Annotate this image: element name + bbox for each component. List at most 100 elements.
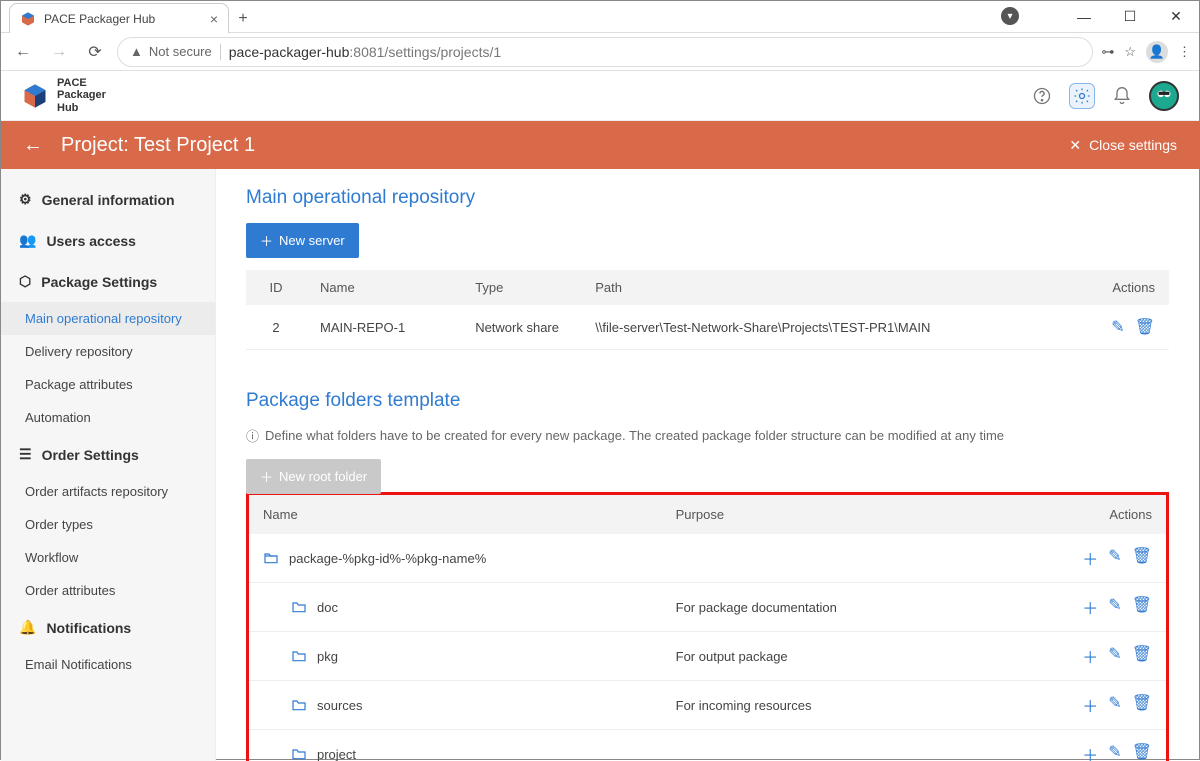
favicon-cube-icon [20,11,36,27]
repo-path: \\file-server\Test-Network-Share\Project… [581,305,1079,350]
folder-purpose: For incoming resources [662,681,1046,730]
browser-tab[interactable]: PACE Packager Hub × [9,3,229,33]
project-bar: ← Project: Test Project 1 ✕ Close settin… [1,121,1199,169]
close-icon: ✕ [1069,137,1081,154]
sidebar-item-delivery-repo[interactable]: Delivery repository [1,335,215,368]
sidebar-group-users[interactable]: 👥 Users access [1,220,215,261]
col-actions: Actions [1079,270,1169,305]
folder-name-cell: project [249,730,662,761]
folder-row: docFor package documentation＋✎🗑 [249,583,1166,632]
sidebar-item-automation[interactable]: Automation [1,401,215,434]
new-root-folder-label: New root folder [279,469,367,484]
add-icon[interactable]: ＋ [1082,742,1098,761]
sidebar-item-main-repo[interactable]: Main operational repository [1,302,215,335]
nav-forward-button[interactable]: → [45,38,73,66]
logo-text: PACE Packager Hub [57,77,106,113]
sidebar-item-order-artifacts[interactable]: Order artifacts repository [1,475,215,508]
sidebar-item-package-attributes[interactable]: Package attributes [1,368,215,401]
bell-icon[interactable] [1109,83,1135,109]
logo-cube-icon [21,82,49,110]
sidebar-group-package[interactable]: ⬡ Package Settings [1,261,215,302]
address-bar[interactable]: ▲ Not secure pace-packager-hub:8081/sett… [117,37,1093,67]
folder-purpose [662,534,1046,583]
new-tab-button[interactable]: + [229,5,257,33]
key-icon[interactable]: ⊶ [1101,44,1114,60]
edit-icon[interactable]: ✎ [1108,742,1121,761]
nav-reload-button[interactable]: ⟳ [81,38,109,66]
sidebar-item-workflow[interactable]: Workflow [1,541,215,574]
sidebar-group-label: Order Settings [42,447,139,463]
new-server-button[interactable]: ＋ New server [246,223,359,258]
sidebar-group-order[interactable]: ☰ Order Settings [1,434,215,475]
main-layout: ⚙ General information 👥 Users access ⬡ P… [1,169,1199,761]
header-actions [1029,81,1179,111]
brand-line-1: PACE [57,77,106,89]
delete-icon[interactable]: 🗑 [1132,742,1152,761]
settings-gear-icon[interactable] [1069,83,1095,109]
sidebar-item-order-attributes[interactable]: Order attributes [1,574,215,607]
delete-icon[interactable]: 🗑 [1132,693,1152,717]
delete-icon[interactable]: 🗑 [1135,317,1155,337]
close-settings-button[interactable]: ✕ Close settings [1069,137,1177,154]
url-path: :8081/settings/projects/1 [349,44,501,60]
folder-row: project ＋ ✎ 🗑 [249,730,1166,761]
content-area: Main operational repository ＋ New server… [216,169,1199,761]
list-icon: ☰ [19,446,32,463]
folder-actions: ＋ ✎ 🗑 [1046,534,1166,583]
col-name: Name [306,270,461,305]
section-title-repo: Main operational repository [246,187,1169,209]
edit-icon[interactable]: ✎ [1108,693,1121,717]
window-minimize-button[interactable]: ― [1061,1,1107,33]
folder-name: package-%pkg-id%-%pkg-name% [289,551,486,566]
window-maximize-button[interactable]: ☐ [1107,1,1153,33]
app-logo[interactable]: PACE Packager Hub [21,77,106,113]
delete-icon[interactable]: 🗑 [1132,595,1152,619]
repo-actions: ✎🗑 [1079,305,1169,350]
user-avatar[interactable] [1149,81,1179,111]
app-header: PACE Packager Hub [1,71,1199,121]
add-icon[interactable]: ＋ [1082,595,1098,619]
new-server-label: New server [279,233,345,248]
folders-info: ⓘ Define what folders have to be created… [246,426,1169,445]
repo-row: 2MAIN-REPO-1Network share\\file-server\T… [246,305,1169,350]
cube-icon: ⬡ [19,273,31,290]
folder-name: sources [317,698,363,713]
fcol-name: Name [249,495,662,534]
folders-highlight-box: Name Purpose Actions package-%pkg-id%-%p… [246,492,1169,761]
add-icon[interactable]: ＋ [1082,546,1098,570]
back-arrow-icon[interactable]: ← [23,134,43,157]
menu-icon[interactable]: ⋮ [1178,44,1191,60]
delete-icon[interactable]: 🗑 [1132,644,1152,668]
sidebar-group-notifications[interactable]: 🔔 Notifications [1,607,215,648]
edit-icon[interactable]: ✎ [1108,546,1121,570]
edit-icon[interactable]: ✎ [1111,317,1124,337]
folder-name: pkg [317,649,338,664]
project-title: Project: Test Project 1 [61,134,255,157]
sidebar-group-general[interactable]: ⚙ General information [1,179,215,220]
delete-icon[interactable]: 🗑 [1132,546,1152,570]
folder-actions: ＋ ✎ 🗑 [1046,730,1166,761]
sidebar-item-email-notifications[interactable]: Email Notifications [1,648,215,681]
col-path: Path [581,270,1079,305]
folder-actions: ＋ ✎ 🗑 [1046,632,1166,681]
edit-icon[interactable]: ✎ [1108,644,1121,668]
edit-icon[interactable]: ✎ [1108,595,1121,619]
close-settings-label: Close settings [1089,137,1177,153]
folder-name-cell: sources [249,681,662,730]
tab-close-icon[interactable]: × [210,11,218,27]
sidebar: ⚙ General information 👥 Users access ⬡ P… [1,169,216,761]
help-icon[interactable] [1029,83,1055,109]
section-title-folders: Package folders template [246,390,1169,412]
folder-icon [291,600,307,614]
star-icon[interactable]: ☆ [1124,44,1136,60]
nav-back-button[interactable]: ← [9,38,37,66]
url-display: pace-packager-hub:8081/settings/projects… [229,44,501,60]
add-icon[interactable]: ＋ [1082,693,1098,717]
repo-id: 2 [246,305,306,350]
add-icon[interactable]: ＋ [1082,644,1098,668]
address-separator [220,44,221,60]
sidebar-item-order-types[interactable]: Order types [1,508,215,541]
repo-table: ID Name Type Path Actions 2MAIN-REPO-1Ne… [246,270,1169,350]
window-close-button[interactable]: ✕ [1153,1,1199,33]
profile-icon[interactable]: 👤 [1146,41,1168,63]
